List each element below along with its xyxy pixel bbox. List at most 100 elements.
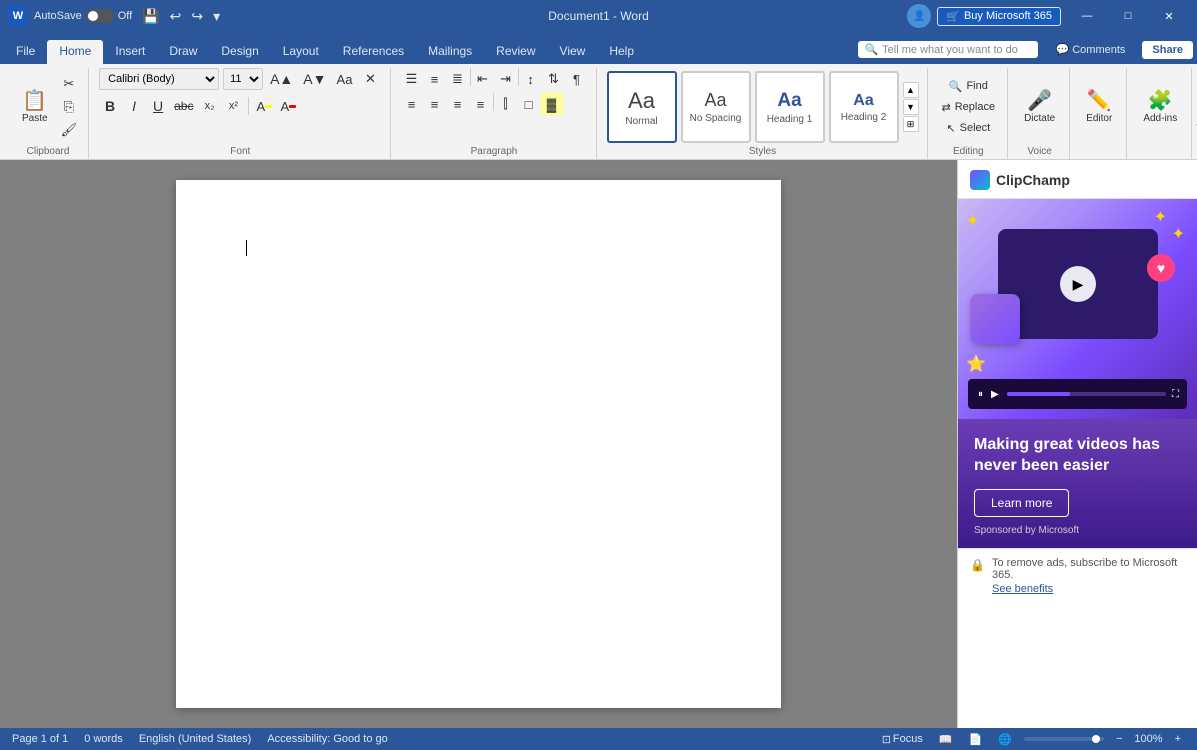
text-highlight-button[interactable]: A — [253, 95, 275, 117]
strikethrough-button[interactable]: abc — [171, 95, 196, 117]
font-grow-button[interactable]: A▲ — [267, 68, 296, 90]
paste-button[interactable]: 📋 Paste — [16, 87, 54, 128]
styles-scroll-down[interactable]: ▼ — [903, 99, 919, 115]
align-left-button[interactable]: ≡ — [401, 93, 423, 115]
timeline-pause-button[interactable]: ⏸ — [976, 389, 985, 400]
multilevel-button[interactable]: ≣ — [447, 68, 469, 90]
tab-insert[interactable]: Insert — [103, 40, 157, 64]
print-layout-button[interactable]: 📄 — [965, 733, 987, 746]
timeline-fullscreen-button[interactable]: ⛶ — [1172, 389, 1179, 400]
zoom-slider-thumb[interactable] — [1092, 735, 1100, 743]
align-center-button[interactable]: ≡ — [424, 93, 446, 115]
tab-help[interactable]: Help — [597, 40, 646, 64]
styles-label: Styles — [607, 146, 919, 159]
tab-layout[interactable]: Layout — [271, 40, 331, 64]
outdent-button[interactable]: ⇤ — [472, 68, 494, 90]
comments-button[interactable]: 💬 Comments — [1044, 39, 1136, 60]
tab-draw[interactable]: Draw — [157, 40, 209, 64]
autosave-switch[interactable] — [86, 9, 114, 23]
underline-button[interactable]: U — [147, 95, 169, 117]
see-benefits-link[interactable]: See benefits — [992, 583, 1185, 595]
zoom-slider[interactable] — [1024, 737, 1104, 741]
font-shrink-button[interactable]: A▼ — [300, 68, 329, 90]
shading-button[interactable]: ▓ — [541, 93, 563, 115]
tab-view[interactable]: View — [548, 40, 598, 64]
bold-button[interactable]: B — [99, 95, 121, 117]
paragraph-content: ☰ ≡ ≣ ⇤ ⇥ ↕ ⇅ ¶ ≡ ≡ ≡ ≡ ⫿ □ ▓ — [401, 68, 588, 146]
timeline-play-button[interactable]: ▶ — [989, 389, 1001, 400]
bullets-button[interactable]: ☰ — [401, 68, 423, 90]
style-normal[interactable]: Aa Normal — [607, 71, 677, 143]
tab-design[interactable]: Design — [209, 40, 270, 64]
profile-avatar[interactable]: 👤 — [907, 4, 931, 28]
font-size-select[interactable]: 11 — [223, 68, 263, 90]
zoom-in-button[interactable]: + — [1171, 733, 1185, 745]
styles-scroll-up[interactable]: ▲ — [903, 82, 919, 98]
document-canvas[interactable] — [0, 160, 957, 728]
status-bar-right: ⊡ Focus 📖 📄 🌐 − 100% + — [878, 733, 1185, 746]
indent-button[interactable]: ⇥ — [495, 68, 517, 90]
clear-format-button[interactable]: ✕ — [360, 68, 382, 90]
tab-file[interactable]: File — [4, 40, 47, 64]
paragraph-label: Paragraph — [401, 146, 588, 159]
style-nospacing[interactable]: Aa No Spacing — [681, 71, 751, 143]
focus-button[interactable]: ⊡ Focus — [878, 733, 927, 746]
showhide-button[interactable]: ¶ — [566, 68, 588, 90]
select-button[interactable]: ↖ Select — [942, 120, 994, 137]
font-family-select[interactable]: Calibri (Body) — [99, 68, 219, 90]
editor-button[interactable]: ✏️ Editor — [1080, 87, 1118, 128]
style-heading1[interactable]: Aa Heading 1 — [755, 71, 825, 143]
find-button[interactable]: 🔍 Find — [945, 78, 992, 95]
dictate-button[interactable]: 🎤 Dictate — [1018, 87, 1061, 128]
change-case-button[interactable]: Aa — [334, 68, 356, 90]
style-heading2[interactable]: Aa Heading 2 — [829, 71, 899, 143]
redo-button[interactable]: ↪ — [187, 6, 207, 27]
maximize-button[interactable]: □ — [1108, 6, 1148, 26]
customize-button[interactable]: ▾ — [209, 6, 224, 27]
numbering-button[interactable]: ≡ — [424, 68, 446, 90]
italic-button[interactable]: I — [123, 95, 145, 117]
sort-button[interactable]: ⇅ — [543, 68, 565, 90]
read-mode-button[interactable]: 📖 — [935, 733, 957, 746]
tab-mailings[interactable]: Mailings — [416, 40, 484, 64]
tab-review[interactable]: Review — [484, 40, 547, 64]
save-button[interactable]: 💾 — [138, 6, 163, 27]
minimize-button[interactable]: — — [1067, 6, 1107, 26]
superscript-button[interactable]: x² — [222, 95, 244, 117]
styles-group: Aa Normal Aa No Spacing Aa Heading 1 Aa … — [599, 68, 928, 159]
styles-expand[interactable]: ⊞ — [903, 116, 919, 132]
columns-button[interactable]: ⫿ — [495, 93, 517, 115]
styles-gallery: Aa Normal Aa No Spacing Aa Heading 1 Aa … — [607, 71, 899, 143]
font-color-button[interactable]: A — [277, 95, 299, 117]
language: English (United States) — [139, 733, 252, 745]
line-spacing-button[interactable]: ↕ — [520, 68, 542, 90]
subscript-button[interactable]: x₂ — [198, 95, 220, 117]
align-right-button[interactable]: ≡ — [447, 93, 469, 115]
star-icon-1: ✦ — [966, 211, 979, 231]
justify-button[interactable]: ≡ — [470, 93, 492, 115]
addins-button[interactable]: 🧩 Add-ins — [1137, 87, 1183, 128]
play-button[interactable]: ▶ — [1060, 266, 1096, 302]
cut-button[interactable]: ✂ — [58, 73, 81, 95]
zoom-out-button[interactable]: − — [1112, 733, 1126, 745]
learn-more-button[interactable]: Learn more — [974, 489, 1069, 517]
borders-button[interactable]: □ — [518, 93, 540, 115]
web-layout-button[interactable]: 🌐 — [994, 733, 1016, 746]
autosave-toggle[interactable]: AutoSave Off — [34, 9, 132, 23]
search-box[interactable]: 🔍 Tell me what you want to do — [858, 41, 1038, 58]
undo-button[interactable]: ↩ — [166, 6, 186, 27]
share-button[interactable]: Share — [1142, 41, 1193, 59]
tab-references[interactable]: References — [331, 40, 416, 64]
floating-card-1 — [970, 294, 1020, 344]
document-page[interactable] — [176, 180, 781, 708]
clipboard-label: Clipboard — [16, 146, 80, 159]
close-button[interactable]: ✕ — [1149, 6, 1189, 26]
addins-group: 🧩 Add-ins . — [1129, 68, 1192, 159]
format-painter-button[interactable]: 🖌 — [58, 119, 81, 141]
buy-microsoft365-button[interactable]: 🛒 Buy Microsoft 365 — [937, 7, 1061, 26]
text-cursor — [246, 240, 247, 256]
font-group: Calibri (Body) 11 A▲ A▼ Aa ✕ B I U abc x… — [91, 68, 390, 159]
copy-button[interactable]: ⎘ — [58, 96, 81, 118]
tab-home[interactable]: Home — [47, 40, 103, 64]
replace-button[interactable]: ⇄ Replace — [938, 99, 1000, 116]
